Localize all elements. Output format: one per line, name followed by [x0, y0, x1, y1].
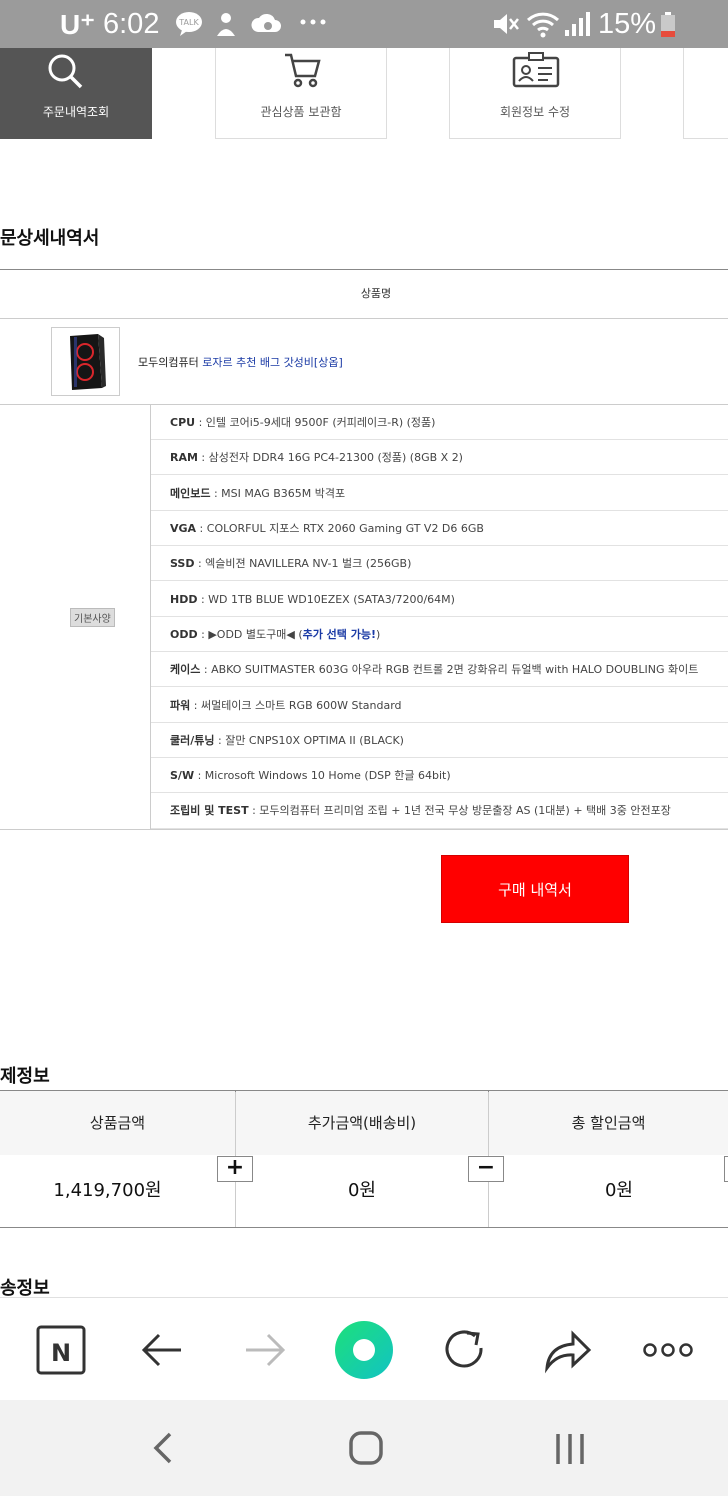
person-icon: [212, 10, 240, 42]
spec-row-software: S/W : Microsoft Windows 10 Home (DSP 한글 …: [151, 758, 728, 793]
spec-row-power: 파워 : 써멀테이크 스마트 RGB 600W Standard: [151, 688, 728, 723]
divider: [0, 1227, 728, 1228]
spec-row-hdd: HDD : WD 1TB BLUE WD10EZEX (SATA3/7200/6…: [151, 582, 728, 617]
system-navigation-bar: [0, 1400, 728, 1496]
header-total-discount: 총 할인금액: [489, 1091, 728, 1155]
order-detail-title: 문상세내역서: [0, 228, 100, 249]
spec-row-mainboard: 메인보드 : MSI MAG B365M 박격포: [151, 476, 728, 511]
minus-sign: −: [468, 1156, 504, 1182]
talk-icon: TALK: [174, 10, 204, 42]
id-card-icon: [511, 50, 561, 94]
spec-row-cpu: CPU : 인텔 코어i5-9세대 9500F (커피레이크-R) (정품): [151, 405, 728, 440]
forward-arrow-icon[interactable]: [234, 1320, 294, 1380]
more-notifications-icon: [298, 12, 328, 36]
spec-label-column: 기본사양: [0, 405, 151, 829]
carrier-label: U⁺: [60, 9, 95, 40]
svg-text:TALK: TALK: [178, 18, 199, 27]
cloud-icon: [250, 10, 282, 40]
system-recents-icon[interactable]: [550, 1428, 590, 1472]
wifi-icon: [526, 10, 560, 42]
product-title-link[interactable]: 로자르 추천 배그 갓성비[상옵]: [202, 356, 343, 369]
odd-option-link[interactable]: 추가 선택 가능!: [303, 628, 376, 641]
spec-row-vga: VGA : COLORFUL 지포스 RTX 2060 Gaming GT V2…: [151, 511, 728, 546]
product-name[interactable]: 모두의컴퓨터 로자르 추천 배그 갓성비[상옵]: [138, 354, 343, 370]
product-row: 모두의컴퓨터 로자르 추천 배그 갓성비[상옵]: [0, 318, 728, 405]
share-icon[interactable]: [537, 1320, 597, 1380]
clock: 6:02: [103, 8, 160, 40]
spec-row-case: 케이스 : ABKO SUITMASTER 603G 아우라 RGB 컨트롤 2…: [151, 652, 728, 687]
svg-text:N: N: [51, 1339, 71, 1367]
naver-home-button[interactable]: N: [32, 1320, 92, 1380]
tab-more[interactable]: [683, 48, 728, 139]
spec-badge: 기본사양: [70, 608, 115, 627]
product-thumbnail[interactable]: [51, 327, 120, 396]
additional-amount-value: 0원: [347, 1180, 376, 1201]
equals-sign: [724, 1156, 728, 1182]
spec-row-assembly: 조립비 및 TEST : 모두의컴퓨터 프리미엄 조립 + 1년 전국 무상 방…: [151, 793, 728, 829]
product-amount-value: 1,419,700원: [53, 1180, 162, 1201]
plus-sign: +: [217, 1156, 253, 1182]
search-icon: [45, 52, 85, 96]
header-product-amount: 상품금액: [0, 1091, 235, 1155]
divider: [0, 829, 728, 830]
tab-label: 회원정보 수정: [499, 105, 571, 119]
more-options-icon[interactable]: [638, 1320, 698, 1380]
spec-row-ram: RAM : 삼성전자 DDR4 16G PC4-21300 (정품) (8GB …: [151, 440, 728, 475]
battery-icon: [660, 12, 676, 42]
payment-title: 제정보: [0, 1066, 50, 1087]
tab-label: 관심상품 보관함: [260, 105, 342, 119]
cart-icon: [282, 50, 322, 94]
battery-level: 15%: [598, 8, 657, 40]
product-brand: 모두의컴퓨터: [138, 356, 199, 369]
back-arrow-icon[interactable]: [133, 1320, 193, 1380]
tab-wishlist[interactable]: 관심상품 보관함: [215, 48, 387, 139]
total-discount-value: 0원: [604, 1180, 633, 1201]
refresh-icon[interactable]: [435, 1320, 495, 1380]
header-additional-amount: 추가금액(배송비): [236, 1091, 488, 1155]
green-dot-button[interactable]: [334, 1320, 394, 1380]
spec-row-cooler: 쿨러/튜닝 : 잘만 CNPS10X OPTIMA II (BLACK): [151, 723, 728, 758]
tab-member-info[interactable]: 회원정보 수정: [449, 48, 621, 139]
signal-icon: [563, 10, 591, 42]
spec-row-odd: ODD : ▶ODD 별도구매◀ (추가 선택 가능!): [151, 617, 728, 652]
mute-icon: [490, 10, 520, 42]
purchase-history-button[interactable]: 구매 내역서: [441, 855, 629, 923]
status-bar: U⁺ 6:02 TALK 15%: [0, 0, 728, 48]
system-home-icon[interactable]: [346, 1428, 386, 1472]
browser-toolbar: N: [0, 1297, 728, 1400]
system-back-icon[interactable]: [146, 1428, 182, 1472]
tab-label: 주문내역조회: [42, 105, 110, 119]
tab-order-history[interactable]: 주문내역조회: [0, 48, 152, 139]
column-header-product-name: 상품명: [360, 287, 392, 300]
spec-row-ssd: SSD : 엑슬비젼 NAVILLERA NV-1 벌크 (256GB): [151, 546, 728, 581]
